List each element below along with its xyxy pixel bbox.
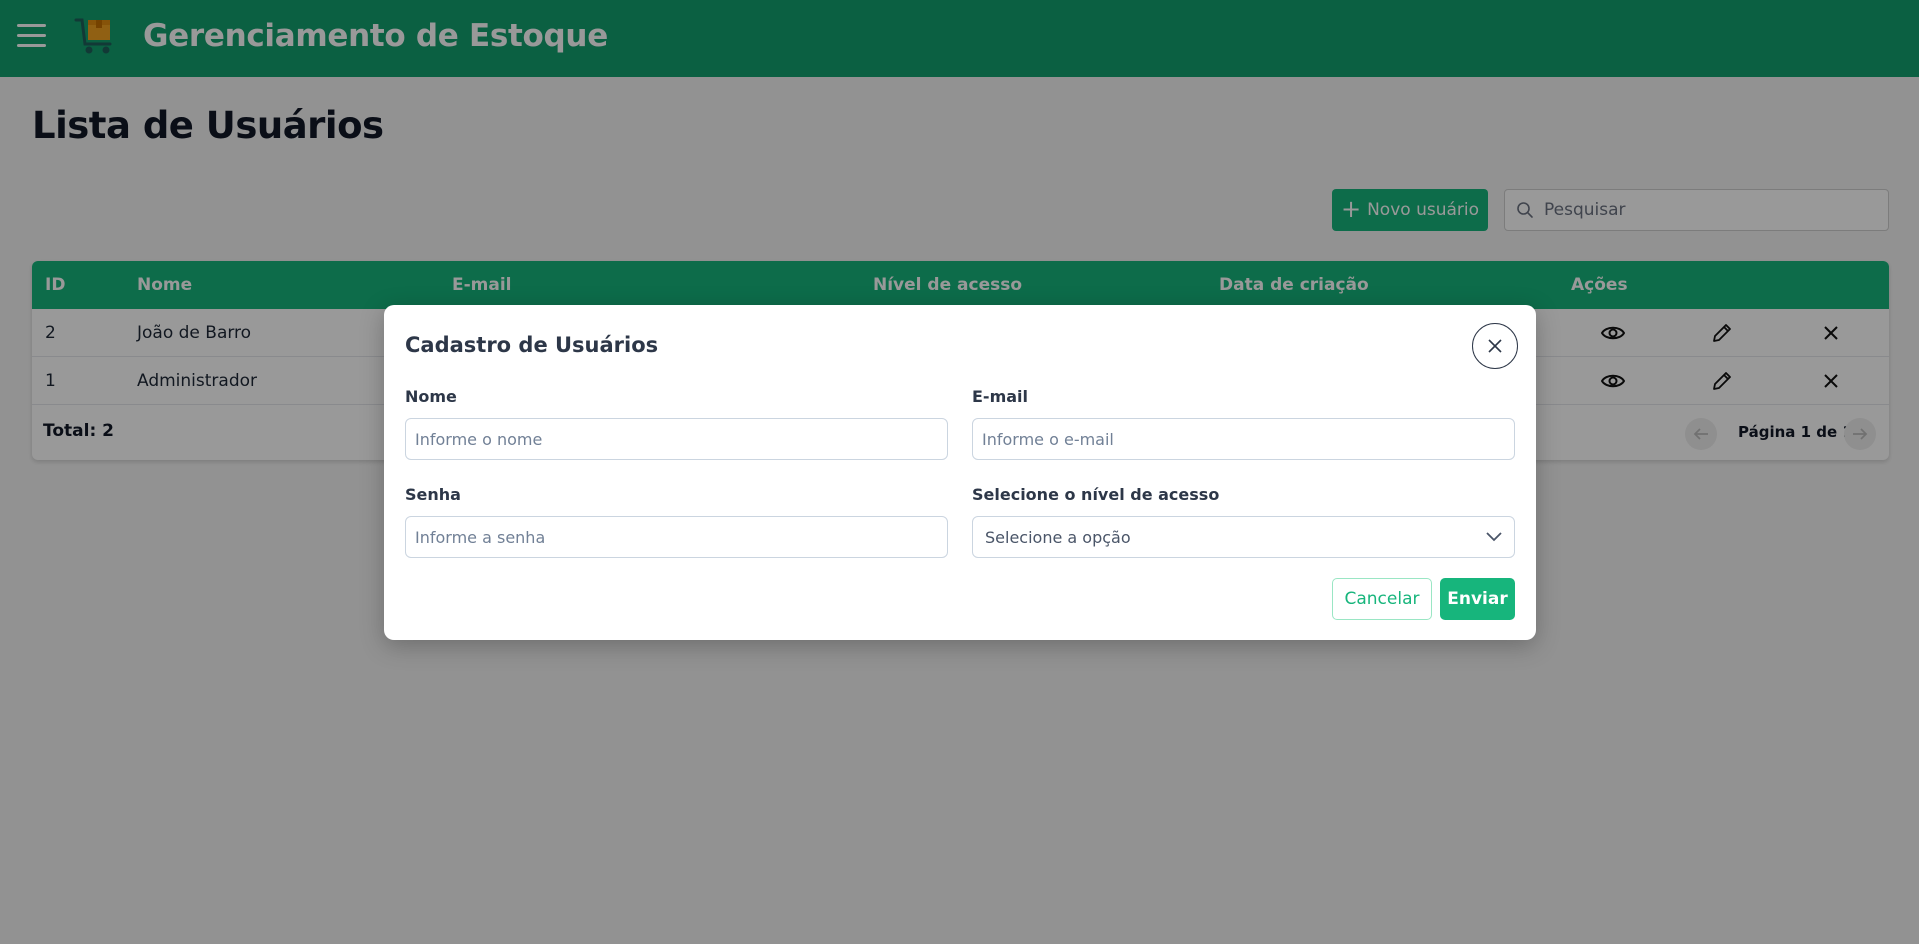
close-icon[interactable]: [1472, 323, 1518, 369]
nivel-select[interactable]: Selecione a opção: [972, 516, 1515, 558]
senha-label: Senha: [405, 485, 461, 504]
email-label: E-mail: [972, 387, 1029, 406]
nivel-select-value: Selecione a opção: [985, 527, 1131, 547]
nome-label: Nome: [405, 387, 457, 406]
submit-button[interactable]: Enviar: [1440, 578, 1515, 620]
email-field[interactable]: [972, 418, 1515, 460]
nivel-label: Selecione o nível de acesso: [972, 485, 1220, 504]
modal-title: Cadastro de Usuários: [405, 333, 659, 357]
user-registration-modal: Cadastro de Usuários Nome E-mail Senha S…: [384, 305, 1536, 640]
senha-field[interactable]: [405, 516, 948, 558]
cancel-button[interactable]: Cancelar: [1332, 578, 1432, 620]
nome-field[interactable]: [405, 418, 948, 460]
chevron-down-icon: [1486, 532, 1502, 542]
